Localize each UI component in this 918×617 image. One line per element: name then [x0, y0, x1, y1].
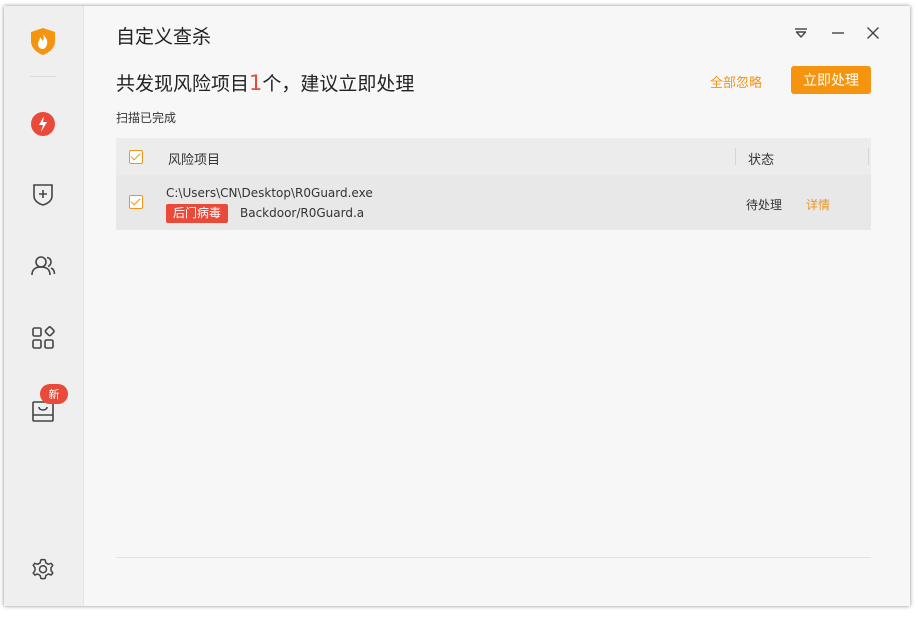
- handle-now-button[interactable]: 立即处理: [791, 66, 871, 94]
- close-icon[interactable]: [864, 24, 882, 42]
- shield-plus-icon[interactable]: [28, 179, 58, 209]
- risk-count: 1: [249, 71, 263, 95]
- row-checkbox[interactable]: [129, 195, 143, 209]
- select-all-checkbox[interactable]: [129, 150, 143, 164]
- gear-icon[interactable]: [28, 555, 58, 585]
- scan-result-headline: 共发现风险项目 1 个，建议立即处理: [116, 69, 414, 96]
- scan-status-text: 扫描已完成: [116, 111, 177, 125]
- headline-prefix: 共发现风险项目: [116, 73, 250, 95]
- column-header-status: 状态: [748, 153, 775, 168]
- flame-logo-icon: [28, 26, 58, 56]
- table-header: 风险项目 状态: [116, 138, 871, 175]
- column-divider: [735, 148, 736, 165]
- column-divider: [868, 148, 869, 165]
- footer-divider: [116, 557, 871, 558]
- new-badge: 新: [40, 384, 68, 404]
- headline-suffix: 个，建议立即处理: [262, 73, 415, 95]
- risk-table: 风险项目 状态 C:\Users\CN\Desktop\R0Guard.exe …: [116, 138, 871, 230]
- sidebar: 新: [4, 6, 84, 606]
- users-icon[interactable]: [28, 251, 58, 281]
- details-link[interactable]: 详情: [806, 196, 830, 213]
- row-status: 待处理: [746, 198, 783, 212]
- column-header-risk-item: 风险项目: [168, 153, 221, 168]
- menu-dropdown-icon[interactable]: [792, 24, 810, 42]
- minimize-icon[interactable]: [829, 24, 847, 42]
- apps-grid-icon[interactable]: [28, 323, 58, 353]
- speed-icon[interactable]: [28, 109, 58, 139]
- file-path: C:\Users\CN\Desktop\R0Guard.exe: [166, 186, 373, 200]
- threat-type-badge: 后门病毒: [166, 204, 229, 223]
- window-title: 自定义查杀: [116, 26, 212, 48]
- app-window: 新 自定义查杀 共发现风险项目 1 个，建议立即处理 全部忽略 立即处理 扫描已…: [4, 6, 910, 606]
- table-row[interactable]: C:\Users\CN\Desktop\R0Guard.exe 后门病毒 Bac…: [116, 175, 871, 230]
- sidebar-divider: [30, 76, 56, 77]
- virus-name: Backdoor/R0Guard.a: [240, 206, 365, 220]
- ignore-all-link[interactable]: 全部忽略: [710, 72, 762, 91]
